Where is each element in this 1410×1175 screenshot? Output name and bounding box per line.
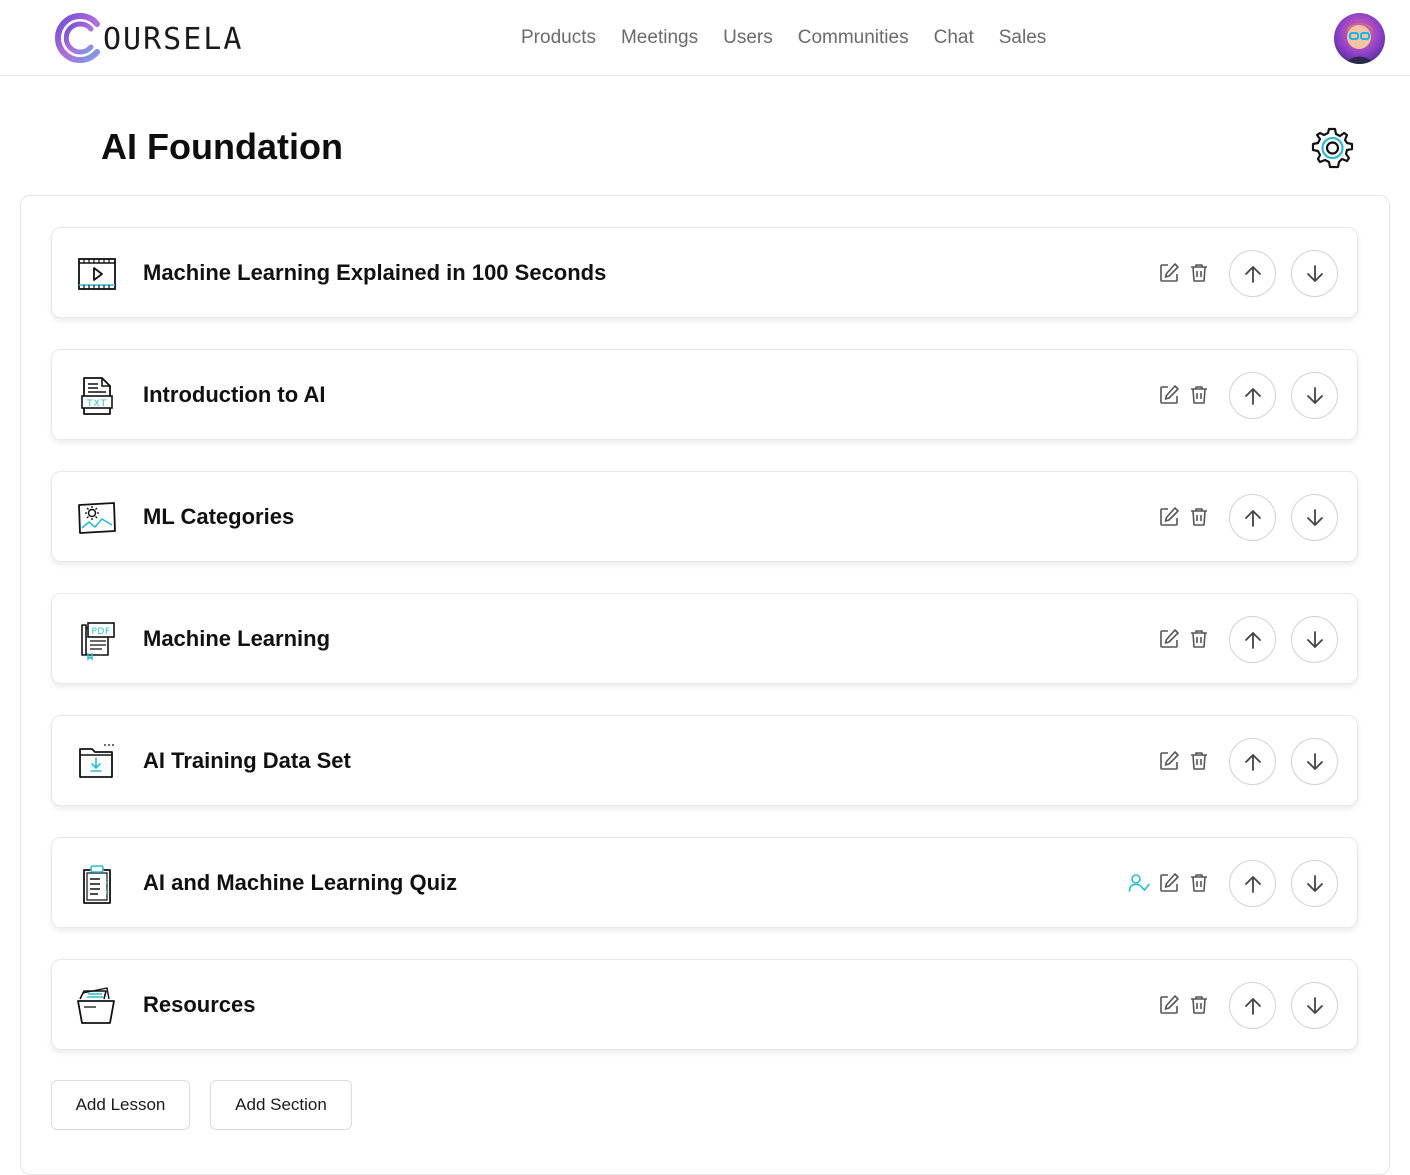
move-down-button[interactable] — [1291, 250, 1338, 297]
lesson-title: AI and Machine Learning Quiz — [143, 870, 458, 895]
arrow-up-icon — [1244, 509, 1261, 527]
folder-download-icon — [79, 744, 114, 778]
arrow-down-icon — [1306, 752, 1323, 770]
edit-icon[interactable] — [1158, 384, 1180, 406]
trash-icon[interactable] — [1188, 628, 1210, 650]
lesson-row[interactable]: PDF Machine Learning — [51, 593, 1358, 684]
trash-icon[interactable] — [1188, 994, 1210, 1016]
lesson-title: Resources — [143, 992, 256, 1017]
move-down-button[interactable] — [1291, 738, 1338, 785]
svg-text:TXT: TXT — [86, 399, 107, 409]
lesson-row[interactable]: Machine Learning Explained in 100 Second… — [51, 227, 1358, 318]
nav-users[interactable]: Users — [723, 24, 773, 52]
arrow-up-icon — [1244, 631, 1261, 649]
arrow-up-icon — [1244, 753, 1261, 771]
move-down-button[interactable] — [1291, 616, 1338, 663]
move-down-button[interactable] — [1291, 982, 1338, 1029]
arrow-down-icon — [1306, 386, 1323, 404]
svg-text:?: ? — [105, 878, 109, 886]
trash-icon[interactable] — [1188, 872, 1210, 894]
image-icon — [78, 502, 116, 534]
nav-communities[interactable]: Communities — [798, 24, 909, 52]
main-nav: Products Meetings Users Communities Chat… — [521, 24, 1071, 52]
arrow-down-icon — [1306, 630, 1323, 648]
nav-sales[interactable]: Sales — [999, 24, 1047, 52]
lesson-title: AI Training Data Set — [143, 748, 351, 773]
nav-products[interactable]: Products — [521, 24, 596, 52]
edit-icon[interactable] — [1158, 994, 1180, 1016]
move-up-button[interactable] — [1229, 738, 1276, 785]
move-down-button[interactable] — [1291, 494, 1338, 541]
add-section-button[interactable]: Add Section — [210, 1080, 352, 1130]
txt-file-icon: TXT — [81, 377, 113, 415]
resources-folder-icon — [77, 987, 115, 1024]
quiz-clipboard-icon: ? ? — [83, 865, 111, 904]
edit-icon[interactable] — [1158, 628, 1180, 650]
c-ring-logo-icon — [55, 13, 100, 63]
arrow-up-icon — [1244, 997, 1261, 1015]
svg-text:?: ? — [105, 888, 109, 896]
edit-icon[interactable] — [1158, 506, 1180, 528]
nav-chat[interactable]: Chat — [934, 24, 974, 52]
gear-icon[interactable] — [1310, 126, 1354, 170]
lesson-title: Introduction to AI — [143, 382, 326, 407]
move-up-button[interactable] — [1229, 250, 1276, 297]
trash-icon[interactable] — [1188, 506, 1210, 528]
arrow-up-icon — [1244, 875, 1261, 893]
lesson-title: Machine Learning Explained in 100 Second… — [143, 260, 607, 285]
move-up-button[interactable] — [1229, 860, 1276, 907]
brand-logo[interactable]: OURSELA — [51, 12, 243, 64]
nav-meetings[interactable]: Meetings — [621, 24, 698, 52]
arrow-down-icon — [1306, 264, 1323, 282]
trash-icon[interactable] — [1188, 384, 1210, 406]
move-up-button[interactable] — [1229, 372, 1276, 419]
avatar-image — [1334, 13, 1385, 64]
edit-icon[interactable] — [1158, 750, 1180, 772]
move-up-button[interactable] — [1229, 616, 1276, 663]
trash-icon[interactable] — [1188, 750, 1210, 772]
move-up-button[interactable] — [1229, 494, 1276, 541]
brand-name: OURSELA — [103, 21, 244, 57]
move-down-button[interactable] — [1291, 860, 1338, 907]
arrow-up-icon — [1244, 387, 1261, 405]
pdf-file-icon: PDF — [81, 622, 115, 661]
move-down-button[interactable] — [1291, 372, 1338, 419]
add-lesson-button[interactable]: Add Lesson — [51, 1080, 190, 1130]
arrow-down-icon — [1306, 996, 1323, 1014]
arrow-down-icon — [1306, 508, 1323, 526]
arrow-down-icon — [1306, 874, 1323, 892]
lesson-title: Machine Learning — [143, 626, 331, 651]
lesson-row[interactable]: AI Training Data Set — [51, 715, 1358, 806]
user-avatar[interactable] — [1334, 13, 1385, 64]
edit-icon[interactable] — [1158, 262, 1180, 284]
lesson-row[interactable]: TXT Introduction to AI — [51, 349, 1358, 440]
edit-icon[interactable] — [1158, 872, 1180, 894]
top-navigation-bar: OURSELA Products Meetings Users Communit… — [0, 0, 1410, 76]
lesson-row[interactable]: ML Categories — [51, 471, 1358, 562]
arrow-up-icon — [1244, 265, 1261, 283]
video-icon — [78, 258, 116, 290]
lesson-row[interactable]: ? ? AI and Machine Learning Quiz — [51, 837, 1358, 928]
lesson-title: ML Categories — [143, 504, 295, 529]
page-title: AI Foundation — [101, 126, 343, 167]
svg-text:PDF: PDF — [91, 627, 110, 637]
trash-icon[interactable] — [1188, 262, 1210, 284]
lesson-row[interactable]: Resources — [51, 959, 1358, 1050]
assign-user-icon[interactable] — [1128, 872, 1150, 894]
move-up-button[interactable] — [1229, 982, 1276, 1029]
